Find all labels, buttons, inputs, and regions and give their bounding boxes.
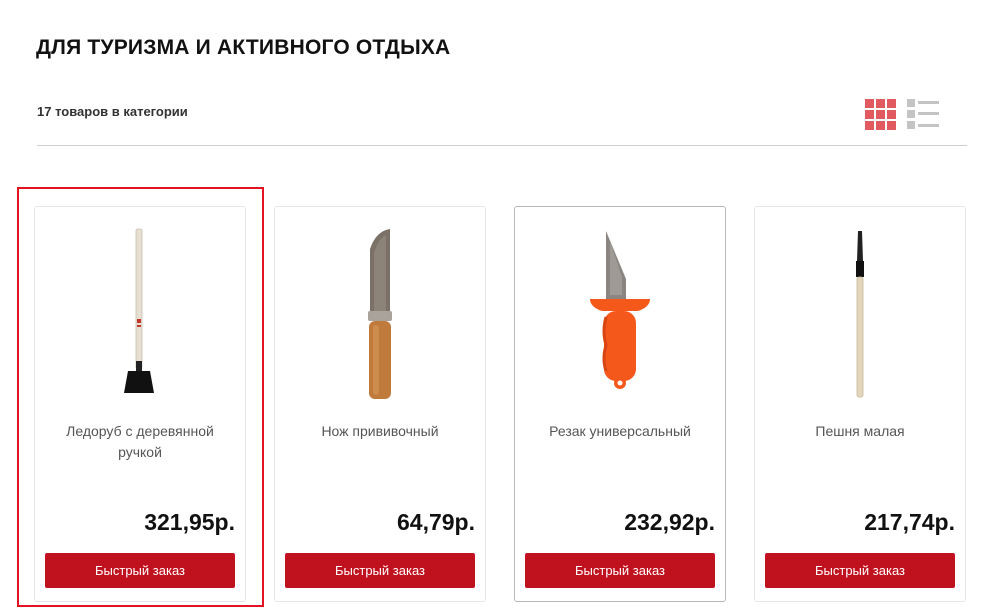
product-image[interactable] bbox=[515, 215, 725, 407]
product-card-3[interactable]: Резак универсальный 232,92р. Быстрый зак… bbox=[514, 206, 726, 602]
product-image[interactable] bbox=[35, 215, 245, 407]
product-image[interactable] bbox=[755, 215, 965, 407]
quick-order-button[interactable]: Быстрый заказ bbox=[45, 553, 235, 588]
list-view-icon[interactable] bbox=[907, 99, 939, 131]
product-price: 321,95р. bbox=[144, 509, 235, 535]
product-name[interactable]: Ледоруб с деревянной ручкой bbox=[49, 421, 231, 463]
product-name[interactable]: Резак универсальный bbox=[529, 421, 711, 442]
quick-order-button[interactable]: Быстрый заказ bbox=[525, 553, 715, 588]
view-toggle bbox=[865, 99, 941, 131]
utility-cutter-icon bbox=[590, 231, 650, 389]
grid-view-icon[interactable] bbox=[865, 99, 897, 131]
product-card-4[interactable]: Пешня малая 217,74р. Быстрый заказ bbox=[754, 206, 966, 602]
quick-order-button[interactable]: Быстрый заказ bbox=[285, 553, 475, 588]
product-card-2[interactable]: Нож прививочный 64,79р. Быстрый заказ bbox=[274, 206, 486, 602]
quick-order-button[interactable]: Быстрый заказ bbox=[765, 553, 955, 588]
product-card-1[interactable]: Ледоруб с деревянной ручкой 321,95р. Быс… bbox=[34, 206, 246, 602]
ice-chisel-icon bbox=[856, 231, 864, 398]
product-name[interactable]: Пешня малая bbox=[769, 421, 951, 442]
header-divider bbox=[37, 145, 967, 146]
product-price: 232,92р. bbox=[624, 509, 715, 535]
product-price: 217,74р. bbox=[864, 509, 955, 535]
product-image[interactable] bbox=[275, 215, 485, 407]
product-name[interactable]: Нож прививочный bbox=[289, 421, 471, 442]
product-price: 64,79р. bbox=[397, 509, 475, 535]
grafting-knife-icon bbox=[368, 229, 392, 399]
product-count: 17 товаров в категории bbox=[37, 104, 188, 119]
ice-pick-icon bbox=[124, 228, 154, 393]
page-title: ДЛЯ ТУРИЗМА И АКТИВНОГО ОТДЫХА bbox=[36, 36, 451, 59]
